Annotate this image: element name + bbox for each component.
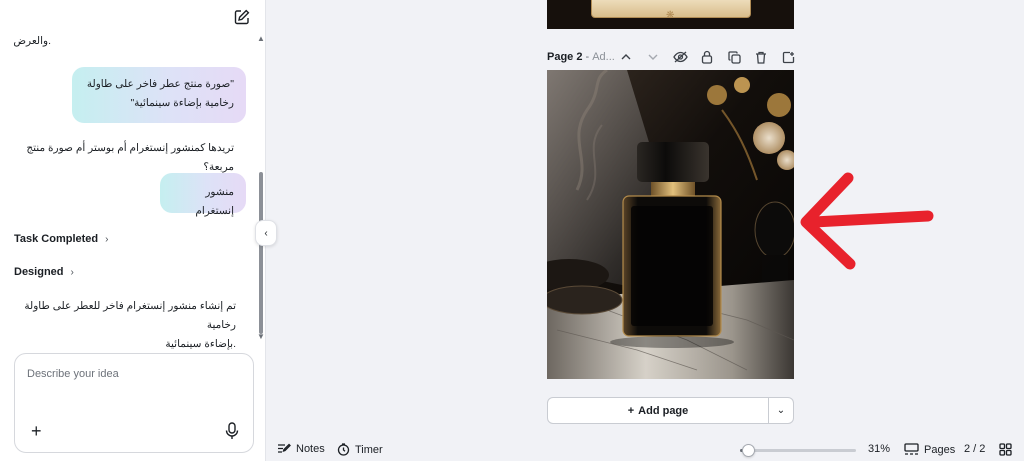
add-page-icon[interactable] [780,49,796,65]
ai-chat-panel: .والعرض "صورة منتج عطر فاخر على طاولة رخ… [0,0,266,461]
user-message-line: منشور إنستغرام [195,186,234,217]
page-counter[interactable]: 2 / 2 [964,443,985,455]
user-message-bubble: "صورة منتج عطر فاخر على طاولة رخامية بإض… [72,67,246,123]
move-page-up-icon[interactable] [618,49,634,65]
result-line: تم إنشاء منشور إنستغرام فاخر للعطر على ط… [24,300,236,331]
previous-page-thumbnail[interactable]: ❋ [547,0,794,29]
new-chat-edit-icon[interactable] [233,8,251,26]
chat-scrollbar-thumb[interactable] [259,172,263,334]
pages-label: Pages [924,443,956,456]
chevron-right-icon: › [105,233,109,245]
scroll-down-arrow-icon[interactable]: ▼ [257,332,265,341]
bottom-status-bar: Notes Timer 31% Pages 2 / 2 [266,439,1024,461]
zoom-value: 31% [868,443,891,455]
notes-icon [278,443,291,453]
delete-page-trash-icon[interactable] [753,49,769,65]
scroll-up-arrow-icon[interactable]: ▲ [257,34,265,43]
plus-icon: + [627,404,635,417]
task-completed-label: Task Completed [14,233,99,245]
page-title: Page 2 - [547,51,589,63]
notes-label: Notes [296,443,325,455]
timer-label: Timer [355,443,383,456]
perfume-product-image[interactable] [547,70,794,379]
page-header[interactable]: Page 2 - Ad... [547,48,615,66]
user-message-line: رخامية بإضاءة سينمائية" [130,97,234,109]
lock-page-icon[interactable] [699,49,715,65]
prompt-box: + [14,353,254,453]
zoom-slider-thumb[interactable] [742,444,756,457]
page-counter-value: 2 / 2 [964,443,986,455]
user-message-line: "صورة منتج عطر فاخر على طاولة [86,78,234,90]
designed-toggle[interactable]: Designed › [14,266,74,278]
add-page-button[interactable]: + Add page [547,397,769,424]
collapse-panel-button[interactable]: ‹ [255,220,277,246]
grid-view-icon [999,443,1012,456]
page-title-separator: - [582,51,590,63]
page-toolbar [618,49,796,65]
zoom-percentage[interactable]: 31% [868,443,890,455]
microphone-icon[interactable] [225,422,239,440]
task-completed-toggle[interactable]: Task Completed › [14,233,109,245]
timer-icon [337,443,350,456]
assistant-message: .والعرض [13,35,51,47]
add-attachment-plus-icon[interactable]: + [31,422,42,440]
page-number-label: Page 2 [547,51,583,63]
move-page-down-icon[interactable] [645,49,661,65]
chevron-right-icon: › [70,266,74,278]
assistant-message: تريدها كمنشور إنستغرام أم بوستر أم صورة … [26,142,234,173]
notes-button[interactable]: Notes [277,443,325,455]
designed-label: Designed [14,266,64,278]
describe-idea-input[interactable] [27,368,237,380]
chevron-down-icon: ⌄ [776,405,786,416]
hide-page-eye-icon[interactable] [672,49,688,65]
pages-icon [904,443,919,455]
timer-button[interactable]: Timer [337,443,383,456]
ornament-icon: ❋ [666,10,675,21]
grid-view-button[interactable] [999,443,1012,456]
pages-button[interactable]: Pages [904,443,955,456]
zoom-slider[interactable] [740,444,856,457]
assistant-result-message: تم إنشاء منشور إنستغرام فاخر للعطر على ط… [14,297,236,354]
user-message-bubble: منشور إنستغرام [160,173,246,217]
red-arrow-annotation [800,172,934,270]
add-page-label: Add page [638,404,689,417]
page-subtitle: Ad... [592,51,615,63]
add-page-options-button[interactable]: ⌄ [769,397,794,424]
duplicate-page-icon[interactable] [726,49,742,65]
chevron-left-icon: ‹ [264,227,268,239]
result-line: .بإضاءة سينمائية [165,338,236,350]
